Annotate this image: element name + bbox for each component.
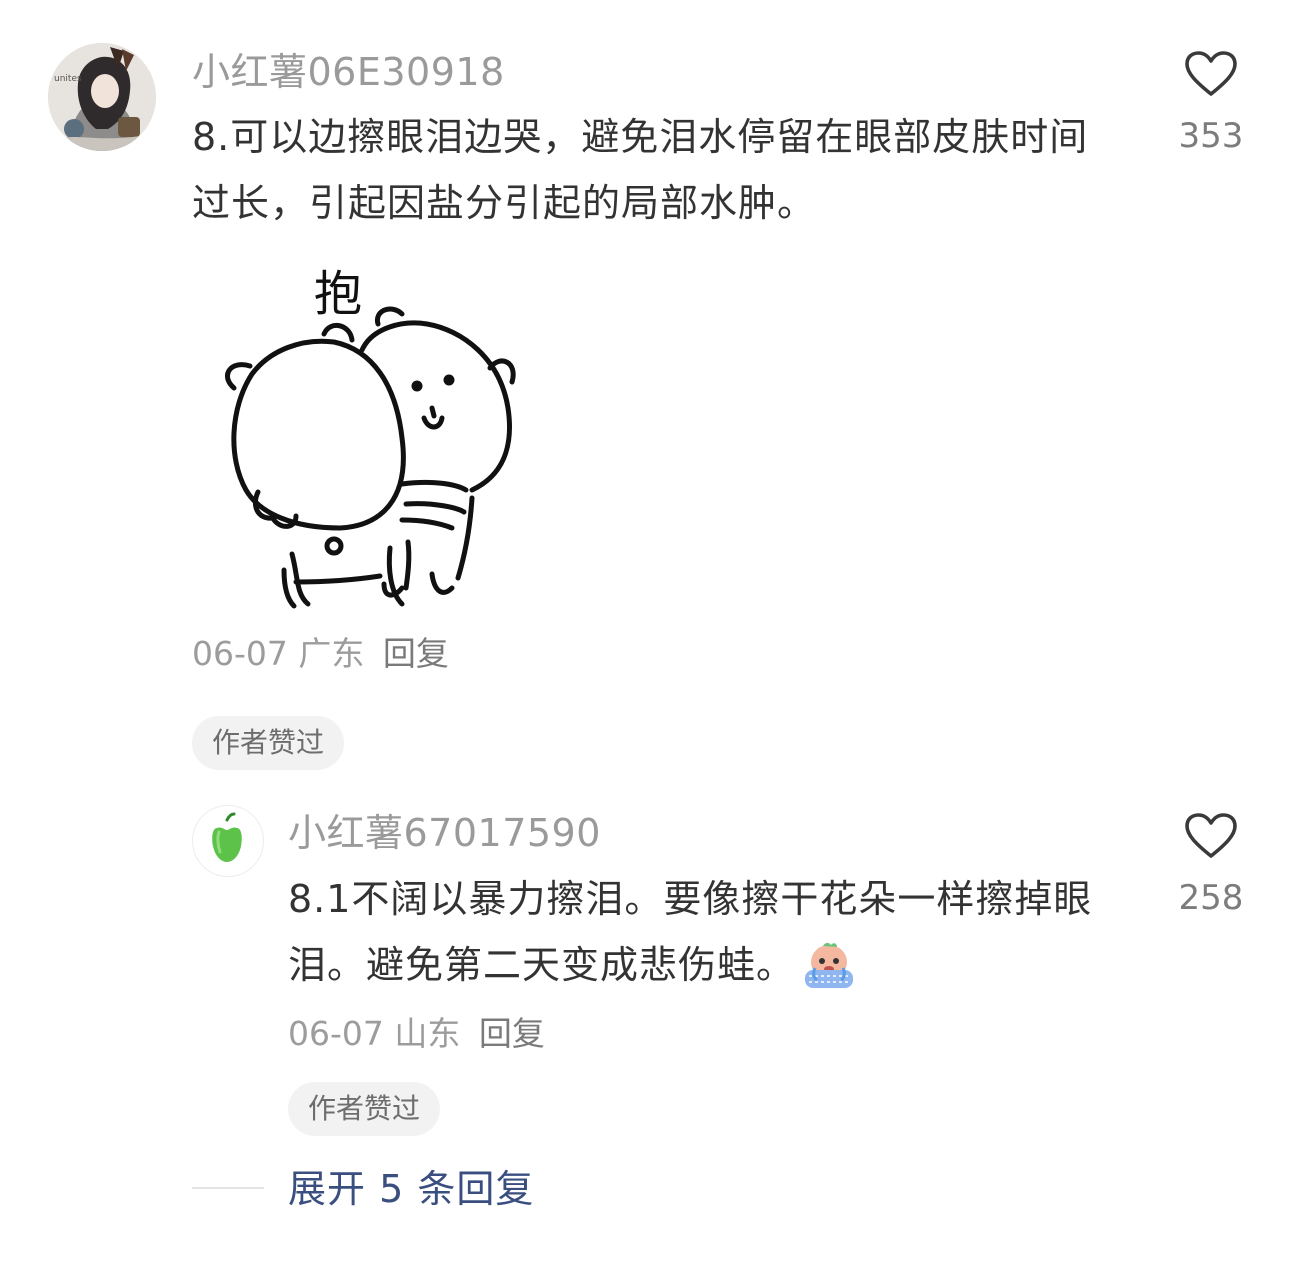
comment-text: 8.可以边擦眼泪边哭，避免泪水停留在眼部皮肤时间过长，引起因盐分引起的局部水肿。 [192,115,1089,225]
sticker-caption: 抱 [314,266,362,322]
heart-icon [1185,51,1237,96]
reply-author-liked-tag: 作者赞过 [288,1082,441,1136]
comment-reply-link[interactable]: 回复 [383,634,449,673]
anime-avatar-image: unites [48,43,156,151]
replier-username[interactable]: 小红薯67017590 [288,806,601,860]
reply-text: 8.1不阔以暴力擦泪。要像擦干花朵一样擦掉眼泪。避免第二天变成悲伤蛙。 [288,877,1093,987]
heart-icon [1185,813,1237,858]
commenter-avatar[interactable]: unites [48,43,156,151]
comment-date: 06-07 [192,634,288,673]
commenter-username[interactable]: 小红薯06E30918 [192,45,505,99]
author-liked-tag: 作者赞过 [192,716,345,770]
comment-like-count: 353 [1178,116,1244,156]
reply-location: 山东 [394,1014,461,1053]
reply-like-button[interactable]: 258 [1156,812,1266,918]
reply-text-block: 8.1不阔以暴力擦泪。要像擦干花朵一样擦掉眼泪。避免第二天变成悲伤蛙。 [288,866,1118,998]
reply-like-count: 258 [1178,878,1244,918]
expand-replies-button[interactable]: 展开 5 条回复 [288,1162,534,1216]
comment-location: 广东 [298,634,365,673]
comment-meta: 06-07 广东 回复 [192,632,449,676]
reply-reply-link[interactable]: 回复 [479,1014,545,1053]
reply-meta: 06-07 山东 回复 [288,1012,545,1056]
comment-like-button[interactable]: 353 [1156,50,1266,156]
green-pepper-icon [193,806,262,875]
expand-divider [192,1187,264,1189]
crying-face-emoji [805,942,854,988]
reply-date: 06-07 [288,1014,384,1053]
replier-avatar[interactable] [192,805,264,877]
hug-bears-image: 抱 [225,266,516,609]
bear-hug-sticker[interactable]: 抱 [212,258,530,618]
svg-text:unites: unites [54,74,82,84]
